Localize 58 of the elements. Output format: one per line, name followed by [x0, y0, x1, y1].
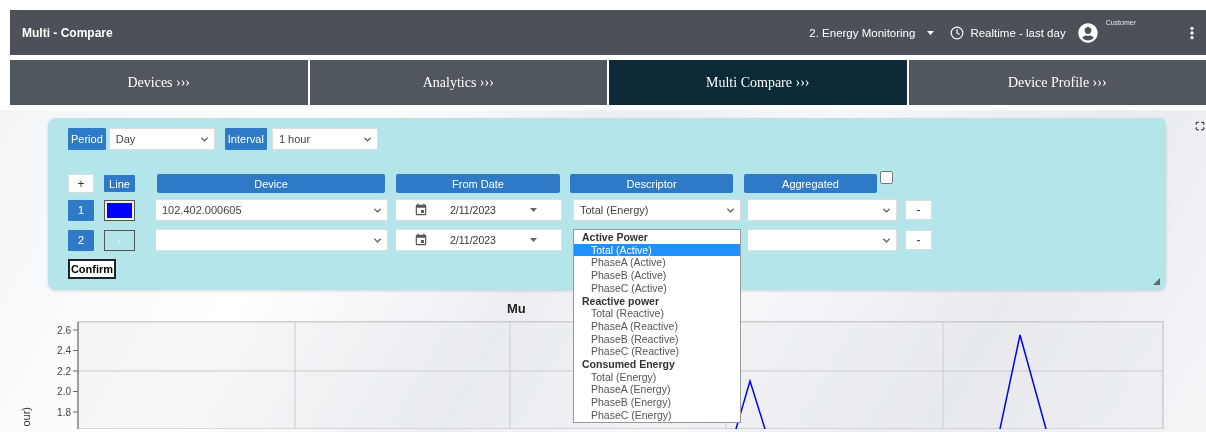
dropdown-option[interactable]: PhaseB (Active)	[574, 269, 740, 282]
dropdown-option[interactable]: PhaseB (Reactive)	[574, 332, 740, 346]
row-number: 2	[68, 229, 94, 251]
tick-label: 2.2	[57, 365, 71, 377]
field-label: Period	[68, 128, 106, 150]
date-field[interactable]: 2/11/2023	[395, 229, 562, 251]
column-header: Line	[104, 175, 135, 192]
add-button[interactable]: +	[68, 174, 94, 193]
remove-button[interactable]: -	[905, 230, 932, 250]
column-header: From Date	[396, 174, 560, 193]
option-group-label: Reactive power	[581, 294, 661, 308]
dropdown-option[interactable]: PhaseC (Reactive)	[574, 345, 740, 359]
clock-icon	[950, 25, 965, 40]
chart-title: Mu	[507, 301, 526, 316]
dropdown-option[interactable]: PhaseA (Active)	[574, 256, 740, 270]
tab[interactable]: Devices ›››	[10, 60, 308, 105]
field-label: Interval	[224, 128, 267, 150]
caret-icon	[530, 208, 537, 212]
checkbox[interactable]	[880, 171, 893, 184]
time-range-button[interactable]: Realtime - last day	[950, 25, 1066, 40]
dropdown-option[interactable]: PhaseA (Reactive)	[574, 319, 740, 333]
axis-title: our)	[20, 407, 32, 427]
descriptor-select[interactable]: Total (Energy)	[573, 199, 741, 221]
dropdown-option[interactable]: PhaseC (Active)	[574, 281, 740, 295]
calendar-icon	[414, 233, 428, 247]
date-field[interactable]: 2/11/2023	[395, 199, 562, 221]
fullscreen-icon[interactable]	[1195, 121, 1205, 131]
tab[interactable]: Multi Compare ›››	[609, 60, 907, 105]
dropdown-option[interactable]: Total (Energy)	[574, 370, 740, 384]
period-select[interactable]: Day	[108, 128, 215, 150]
color-swatch[interactable]	[104, 199, 135, 221]
device-select[interactable]: 102.402.000605	[155, 199, 388, 221]
resize-grip-icon[interactable]	[1153, 278, 1160, 285]
option-group-label: Consumed Energy	[581, 358, 676, 371]
calendar-icon	[414, 203, 428, 217]
tick-label: 2.4	[57, 345, 71, 356]
option-group-label: Active Power	[581, 231, 649, 244]
tick-label: 2.0	[57, 386, 71, 397]
dashboard-select[interactable]: 2. Energy Monitoring	[809, 26, 935, 39]
remove-button[interactable]: -	[905, 200, 932, 220]
column-header: Aggregated	[744, 174, 877, 193]
dropdown-option[interactable]: PhaseA (Energy)	[574, 383, 740, 397]
dropdown-option[interactable]: PhaseC (Energy)	[574, 408, 740, 422]
dropdown-option[interactable]: PhaseB (Energy)	[574, 396, 740, 409]
dropdown-option[interactable]: Total (Reactive)	[574, 307, 740, 320]
user-avatar-icon[interactable]	[1077, 22, 1098, 43]
row-number: 1	[68, 199, 94, 221]
tick-label: 2.6	[57, 324, 71, 336]
tab[interactable]: Analytics ›››	[309, 60, 607, 105]
caret-icon	[927, 30, 935, 35]
caret-icon	[530, 238, 537, 242]
tab[interactable]: Device Profile ›››	[908, 60, 1206, 105]
tick-label: 1.8	[57, 406, 71, 418]
confirm-button[interactable]: Confirm	[68, 259, 116, 279]
column-header: Device	[157, 174, 385, 193]
interval-select[interactable]: 1 hour	[271, 128, 378, 150]
page-title: Multi - Compare	[22, 25, 113, 40]
column-header: Descriptor	[570, 174, 733, 193]
